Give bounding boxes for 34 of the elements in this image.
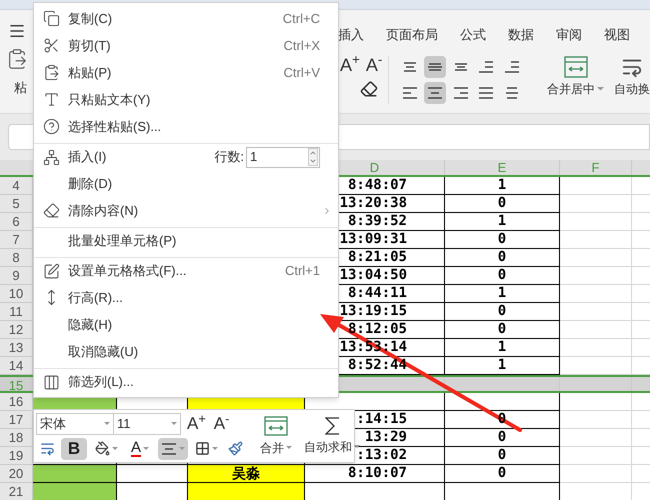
shortcut-label: Ctrl+C: [282, 10, 320, 28]
menu-label: 插入(I): [68, 148, 106, 166]
menu-label: 筛选列(L)...: [68, 373, 134, 392]
menu-label: 删除(D): [68, 174, 112, 193]
menu-label: 设置单元格格式(F)...: [68, 262, 186, 280]
table-cell: 8:10:07: [305, 465, 445, 483]
menu-label: 剪切(T): [68, 36, 111, 55]
table-cell: 0: [445, 321, 560, 339]
table-cell: 1: [445, 285, 560, 303]
menu-label: 清除内容(N): [68, 202, 138, 220]
table-cell: 0: [445, 231, 560, 249]
table-cell: 0: [445, 429, 560, 447]
table-cell: 0: [445, 447, 560, 465]
table-cell: 1: [445, 339, 560, 357]
menu-label: 只粘贴文本(Y): [68, 90, 150, 109]
menu-label: 取消隐藏(U): [68, 342, 138, 361]
menu-label: 选择性粘贴(S)...: [68, 118, 162, 136]
shortcut-label: Ctrl+X: [284, 36, 320, 55]
menu-label: 行高(R)...: [68, 288, 123, 307]
menu-label: 粘贴(P): [68, 64, 112, 82]
table-cell: 吴淼: [188, 465, 305, 483]
menu-label: 复制(C): [68, 10, 112, 28]
table-cell: 0: [445, 249, 560, 267]
table-cell: 0: [445, 267, 560, 285]
table-cell: 1: [445, 213, 560, 231]
menu-label: 隐藏(H): [68, 316, 112, 334]
row-count-label: 行数:: [214, 148, 244, 166]
shortcut-label: Ctrl+V: [284, 64, 320, 82]
table-cell: 0: [445, 303, 560, 321]
table-cell: 0: [445, 195, 560, 213]
table-cell: 0: [445, 465, 560, 483]
table-cell: 1: [445, 357, 560, 375]
table-cell: 1: [445, 177, 560, 195]
menu-label: 批量处理单元格(P): [68, 232, 176, 250]
